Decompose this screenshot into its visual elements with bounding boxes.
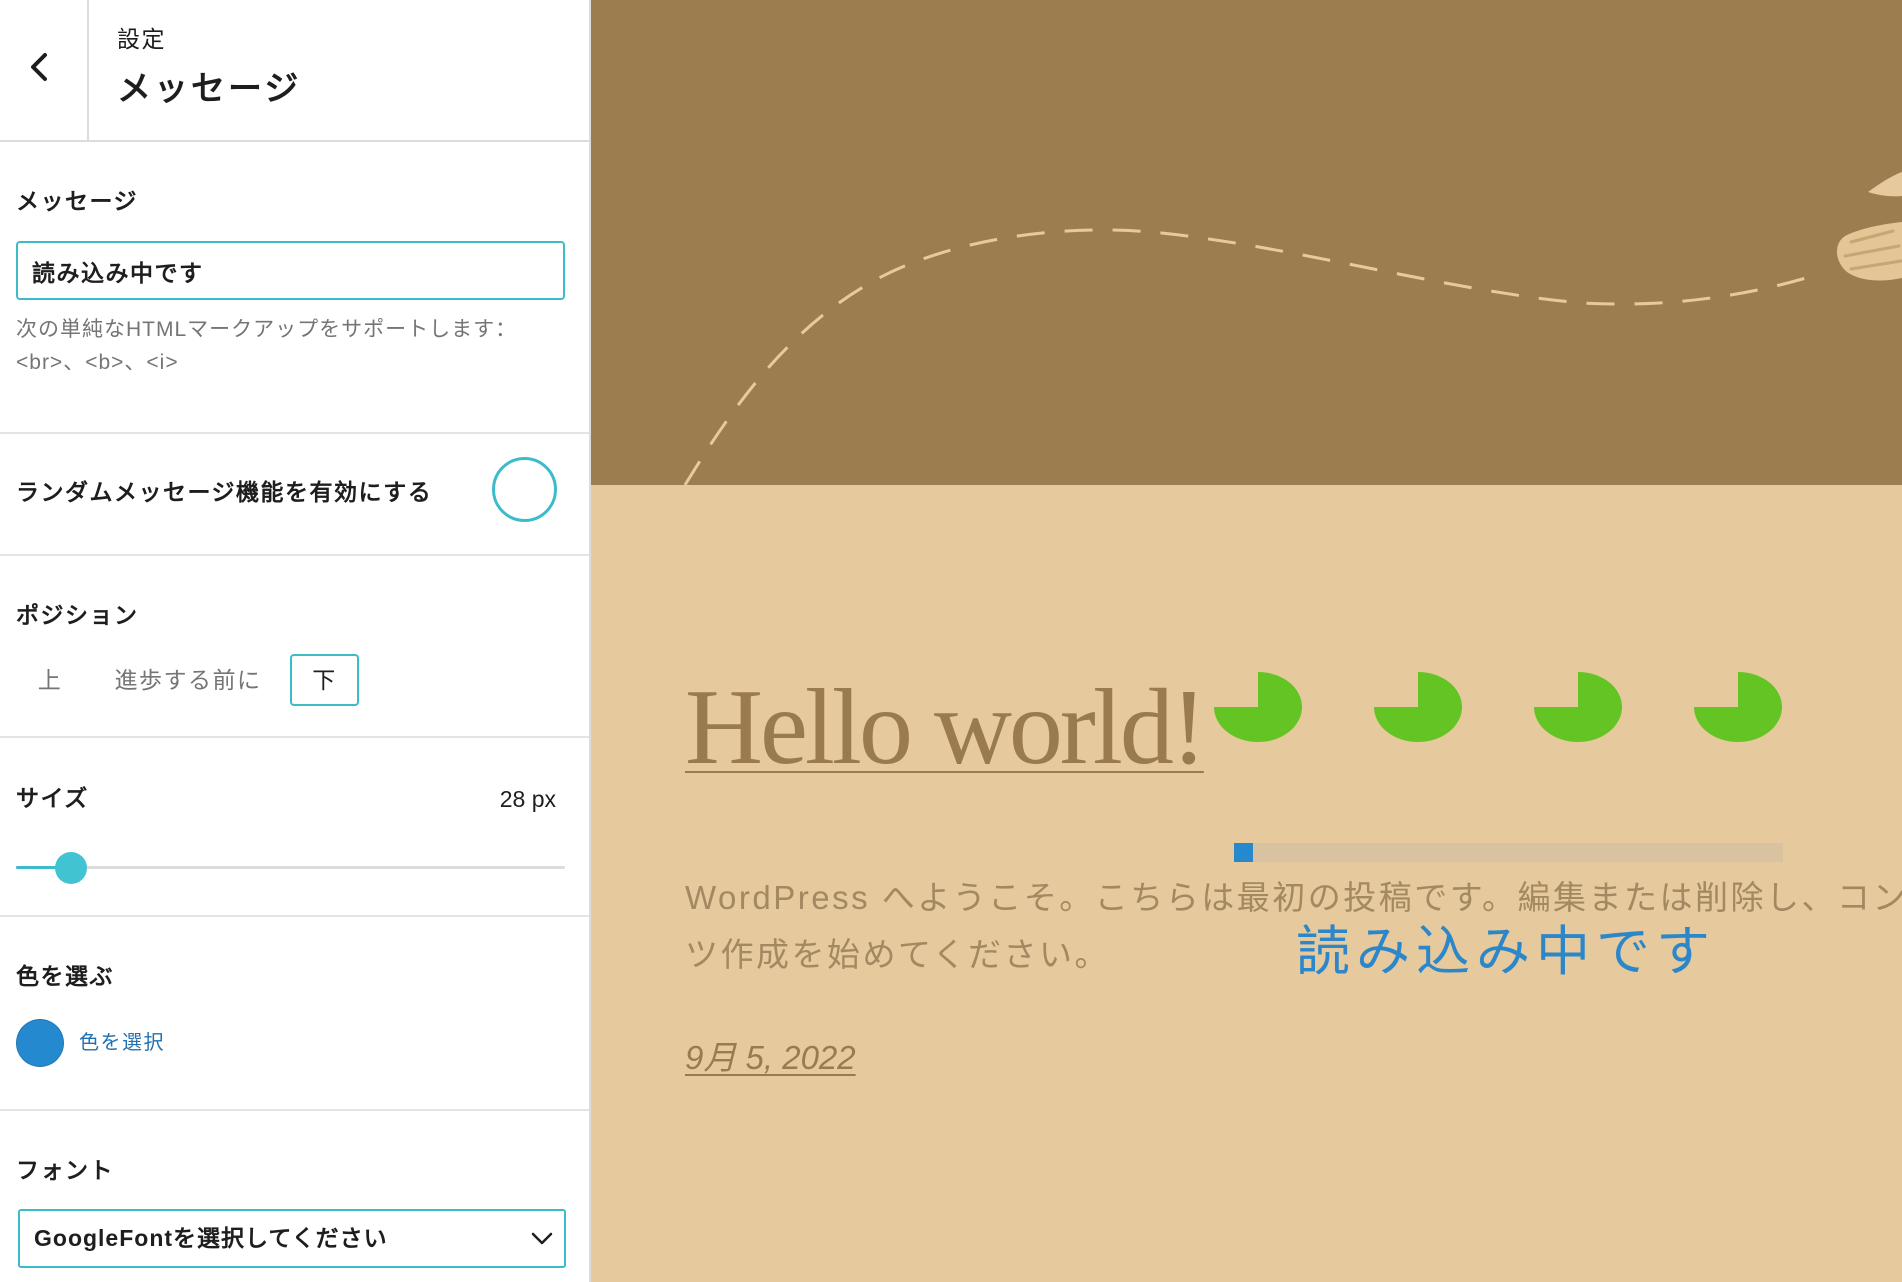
flight-trail — [683, 228, 1817, 485]
message-label: メッセージ — [16, 188, 139, 214]
color-label: 色を選ぶ — [16, 963, 114, 989]
section-divider — [0, 736, 589, 738]
size-value: 28 px — [420, 784, 556, 814]
section-divider — [0, 1109, 589, 1111]
panel-header: 設定 メッセージ — [0, 0, 589, 142]
color-swatch[interactable] — [16, 1019, 64, 1067]
message-help-tags: <br>、<b>、<i> — [16, 351, 179, 374]
random-message-toggle[interactable] — [492, 457, 557, 522]
size-slider-thumb[interactable] — [54, 852, 87, 884]
random-message-label: ランダムメッセージ機能を有効にする — [16, 479, 433, 505]
section-divider — [0, 432, 589, 434]
loader-dot — [1534, 672, 1622, 742]
position-label: ポジション — [16, 602, 139, 628]
site-preview: Hello world! WordPress へようこそ。こちらは最初の投稿です… — [591, 0, 1902, 1282]
select-color-link[interactable]: 色を選択 — [79, 1029, 165, 1057]
loader-dot — [1374, 672, 1462, 742]
font-select-value: GoogleFontを選択してください — [34, 1225, 388, 1251]
font-select[interactable]: GoogleFontを選択してください — [18, 1209, 566, 1268]
back-button[interactable] — [0, 0, 89, 140]
position-option-bottom[interactable]: 下 — [290, 654, 359, 706]
bird-illustration — [1836, 172, 1902, 281]
size-number: 28 — [499, 786, 526, 812]
loader-dot — [1214, 672, 1302, 742]
chevron-down-icon — [531, 1232, 553, 1245]
loader-message: 読み込み中です — [1296, 922, 1716, 982]
page-title: メッセージ — [117, 70, 302, 108]
breadcrumb: 設定 — [117, 26, 166, 52]
section-divider — [0, 915, 589, 917]
position-option-before-progress[interactable]: 進歩する前に — [106, 654, 270, 706]
customizer-panel: 設定 メッセージ メッセージ 次の単純なHTMLマークアップをサポートします： … — [0, 0, 591, 1282]
post-title-link[interactable]: Hello world! — [685, 674, 1207, 782]
loader-dot — [1694, 672, 1782, 742]
post-excerpt-line-1: WordPress へようこそ。こちらは最初の投稿です。編集または削除し、コン — [685, 879, 1902, 916]
chevron-left-icon — [31, 53, 47, 81]
loader-dots — [1213, 671, 1783, 743]
font-label: フォント — [16, 1157, 114, 1183]
position-option-top[interactable]: 上 — [26, 654, 74, 706]
loader-progress-fill — [1234, 843, 1254, 862]
size-slider-track[interactable] — [16, 866, 565, 869]
loader-progress-bar — [1234, 843, 1783, 862]
size-label: サイズ — [16, 785, 89, 811]
size-slider[interactable] — [16, 852, 565, 884]
post-excerpt-line-2: ツ作成を始めてください。 — [685, 936, 1111, 973]
post-date-link[interactable]: 9月 5, 2022 — [685, 1040, 856, 1076]
size-unit: px — [531, 786, 556, 812]
message-input[interactable] — [16, 241, 565, 300]
section-divider — [0, 554, 589, 556]
message-help-text: 次の単純なHTMLマークアップをサポートします： — [16, 318, 518, 341]
